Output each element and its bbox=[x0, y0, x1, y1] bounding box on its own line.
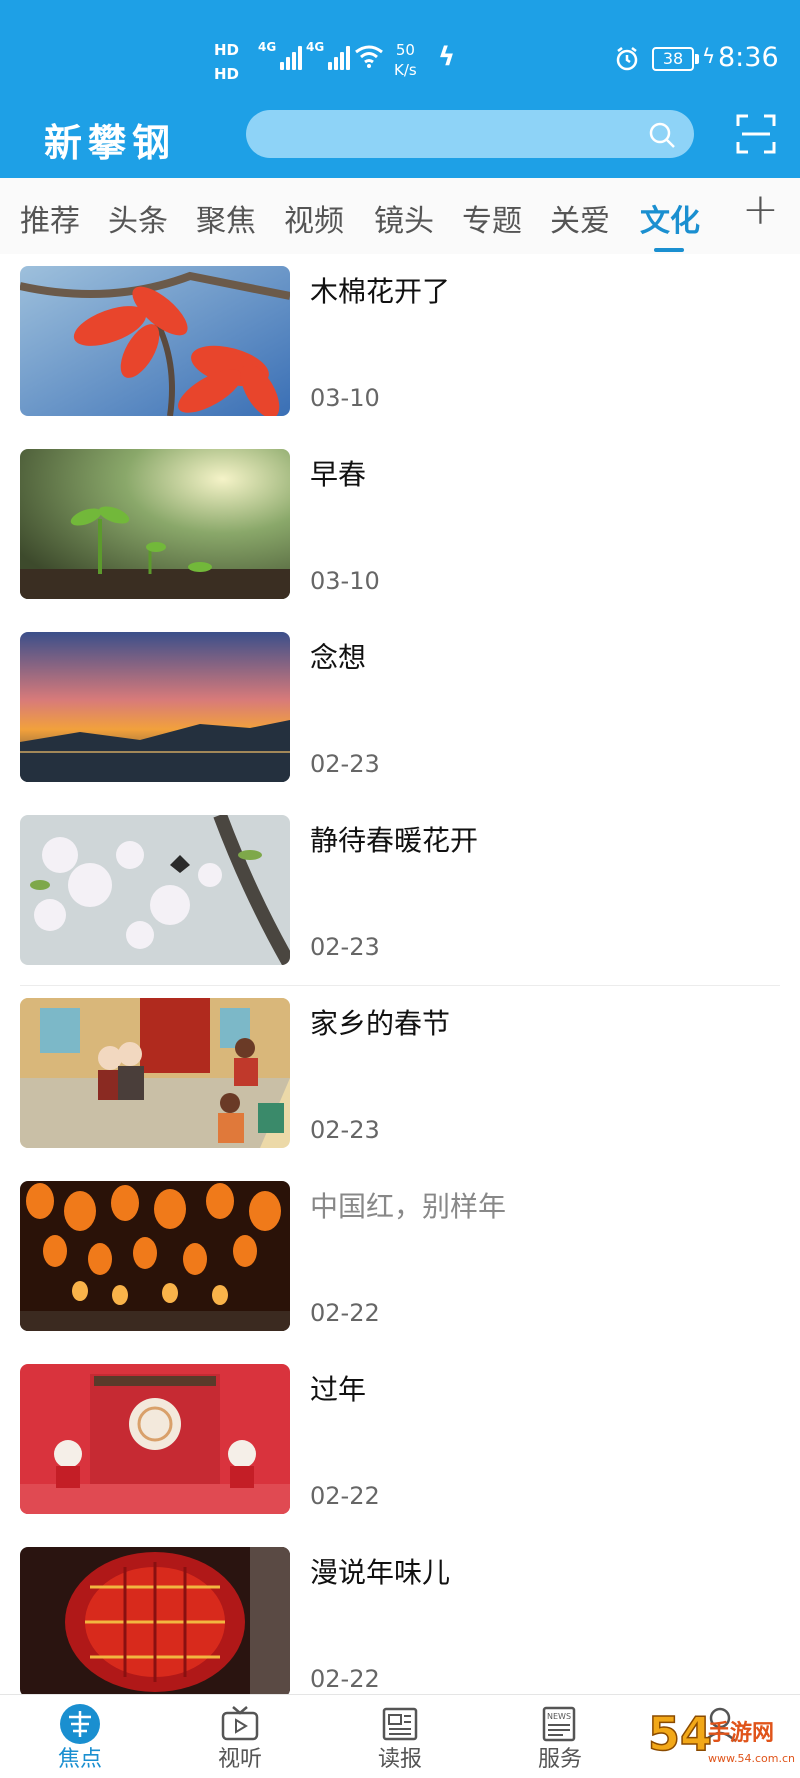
tv-play-icon bbox=[221, 1706, 259, 1741]
newspaper-icon bbox=[382, 1707, 418, 1741]
article-date: 02-22 bbox=[310, 1482, 380, 1510]
list-item[interactable]: 早春 03-10 bbox=[0, 437, 800, 620]
article-title: 静待春暖花开 bbox=[310, 824, 479, 857]
article-thumbnail bbox=[20, 1547, 290, 1697]
article-date: 03-10 bbox=[310, 567, 380, 595]
status-bar: HD HD 4G 4G 50 K/s ϟ 38 ϟ 8:36 bbox=[0, 0, 800, 100]
nav-services[interactable]: NEWS 服务 bbox=[510, 1701, 610, 1773]
article-thumbnail bbox=[20, 266, 290, 416]
search-input[interactable] bbox=[246, 110, 694, 158]
charging-icon: ϟ bbox=[702, 44, 716, 68]
nav-audiovisual[interactable]: 视听 bbox=[190, 1701, 290, 1773]
article-title: 过年 bbox=[310, 1373, 367, 1406]
tab-recommend[interactable]: 推荐 bbox=[20, 196, 80, 240]
app-header: HD HD 4G 4G 50 K/s ϟ 38 ϟ 8:36 新攀钢 bbox=[0, 0, 800, 178]
svg-text:NEWS: NEWS bbox=[547, 1712, 571, 1721]
tab-headlines[interactable]: 头条 bbox=[108, 196, 168, 240]
tab-focus[interactable]: 聚焦 bbox=[196, 196, 256, 240]
article-date: 02-22 bbox=[310, 1665, 380, 1693]
article-title: 念想 bbox=[310, 641, 367, 674]
app-brand-title: 新攀钢 bbox=[44, 121, 177, 165]
article-title: 木棉花开了 bbox=[310, 275, 451, 308]
article-thumbnail bbox=[20, 449, 290, 599]
signal-icon-2: 4G bbox=[306, 40, 351, 70]
data-saver-icon: ϟ bbox=[438, 42, 456, 72]
article-thumbnail bbox=[20, 1364, 290, 1514]
list-item[interactable]: 漫说年味儿 02-22 bbox=[0, 1535, 800, 1718]
article-thumbnail bbox=[20, 815, 290, 965]
scan-icon[interactable] bbox=[736, 114, 776, 154]
list-item[interactable]: 念想 02-23 bbox=[0, 620, 800, 803]
list-item[interactable]: 中国红，别样年 02-22 bbox=[0, 1169, 800, 1352]
article-list: 木棉花开了 03-10 早春 03-10 念想 02-23 静待春暖花开 02-… bbox=[0, 254, 800, 1718]
news-icon: NEWS bbox=[542, 1706, 576, 1742]
article-date: 02-23 bbox=[310, 750, 380, 778]
tab-topics[interactable]: 专题 bbox=[462, 196, 522, 240]
add-tab-button[interactable]: + bbox=[742, 188, 779, 232]
article-date: 03-10 bbox=[310, 384, 380, 412]
status-time: 8:36 bbox=[718, 42, 779, 73]
search-icon[interactable] bbox=[648, 121, 676, 149]
watermark-logo: 54 手游网 www.54.com.cn bbox=[648, 1706, 795, 1765]
svg-text:手游网: 手游网 bbox=[708, 1720, 774, 1746]
tab-lens[interactable]: 镜头 bbox=[374, 196, 434, 240]
network-speed: 50 K/s bbox=[394, 41, 417, 79]
wifi-icon bbox=[355, 45, 383, 68]
signal-icon: 4G bbox=[258, 40, 303, 70]
category-tabs: 推荐 头条 聚焦 视频 镜头 专题 关爱 文化 + bbox=[0, 178, 800, 254]
article-thumbnail bbox=[20, 1181, 290, 1331]
nav-newspaper[interactable]: 读报 bbox=[350, 1701, 450, 1773]
alarm-icon bbox=[616, 47, 638, 71]
list-item[interactable]: 家乡的春节 02-23 bbox=[0, 986, 800, 1169]
article-date: 02-23 bbox=[310, 1116, 380, 1144]
article-title: 漫说年味儿 bbox=[310, 1556, 451, 1589]
article-title: 中国红，别样年 bbox=[310, 1190, 507, 1223]
tab-video[interactable]: 视频 bbox=[284, 196, 344, 240]
active-tab-indicator bbox=[654, 248, 684, 252]
tab-care[interactable]: 关爱 bbox=[550, 196, 610, 240]
tab-culture[interactable]: 文化 bbox=[640, 196, 700, 240]
hd-indicator: HD HD bbox=[214, 41, 240, 83]
article-date: 02-22 bbox=[310, 1299, 380, 1327]
list-item[interactable]: 木棉花开了 03-10 bbox=[0, 254, 800, 437]
list-item[interactable]: 静待春暖花开 02-23 bbox=[0, 803, 800, 986]
nav-focus[interactable]: 焦点 bbox=[30, 1701, 130, 1773]
list-item[interactable]: 过年 02-22 bbox=[0, 1352, 800, 1535]
article-thumbnail bbox=[20, 998, 290, 1148]
svg-text:www.54.com.cn: www.54.com.cn bbox=[708, 1752, 795, 1765]
article-title: 家乡的春节 bbox=[310, 1007, 451, 1040]
battery-icon: 38 bbox=[652, 47, 694, 71]
svg-text:54: 54 bbox=[648, 1707, 712, 1761]
article-thumbnail bbox=[20, 632, 290, 782]
article-title: 早春 bbox=[310, 458, 367, 491]
article-date: 02-23 bbox=[310, 933, 380, 961]
brand-logo-icon bbox=[60, 1704, 100, 1744]
